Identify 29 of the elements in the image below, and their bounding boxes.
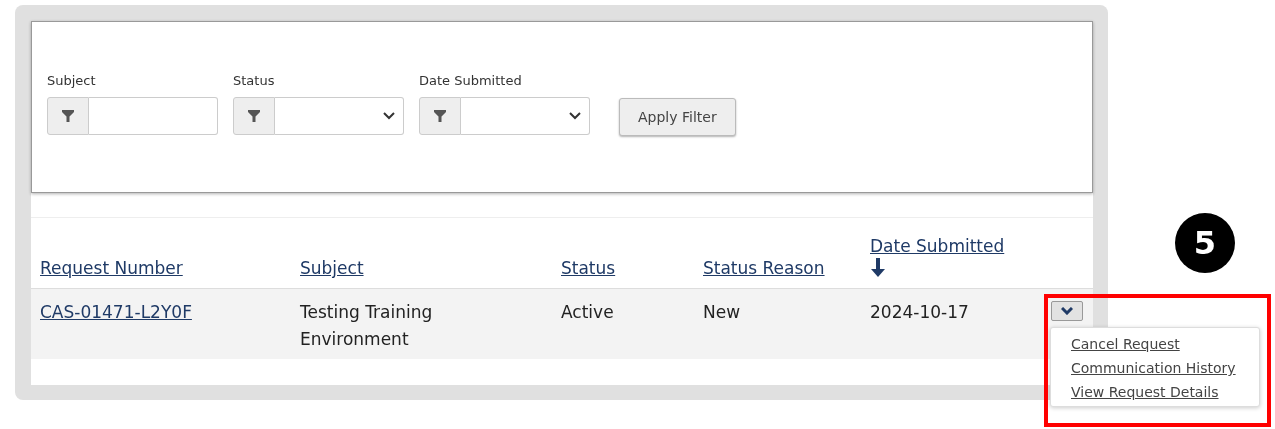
filter-icon[interactable]: [419, 97, 461, 135]
subject-field[interactable]: [89, 97, 218, 135]
filter-label: Date Submitted: [419, 73, 523, 88]
sort-down-arrow-icon: [870, 258, 886, 278]
table-cell-text: Testing Training Environment: [300, 301, 434, 351]
dropdown-field[interactable]: [461, 97, 590, 135]
apply-filter-button[interactable]: Apply Filter: [619, 98, 736, 136]
column-header-link[interactable]: Status Reason: [703, 258, 825, 278]
menu-item-link[interactable]: View Request Details: [1071, 384, 1219, 400]
case-id-link[interactable]: CAS-01471-L2Y0F: [40, 302, 192, 322]
filter-label: Status: [233, 73, 276, 88]
filter-label: Subject: [47, 73, 97, 88]
table-cell-text: 2024-10-17: [870, 301, 969, 324]
step-number-badge: 5: [1175, 213, 1235, 273]
column-header-link[interactable]: Date Submitted: [870, 236, 1005, 256]
caret-icon: [1061, 307, 1073, 315]
dropdown-field[interactable]: [275, 97, 404, 135]
filter-icon[interactable]: [233, 97, 275, 135]
filter-icon[interactable]: [47, 97, 89, 135]
table-cell-text: New: [703, 301, 741, 324]
column-header-link[interactable]: Status: [561, 258, 616, 278]
chevron-down-icon: [569, 112, 581, 120]
column-header-link[interactable]: Request Number: [40, 258, 183, 278]
menu-item-link[interactable]: Cancel Request: [1071, 336, 1180, 352]
column-header-link[interactable]: Subject: [300, 258, 364, 278]
table-cell-text: Active: [561, 301, 614, 324]
chevron-down-icon: [383, 112, 395, 120]
menu-item-link[interactable]: Communication History: [1071, 360, 1236, 376]
row-actions-button[interactable]: [1051, 301, 1083, 321]
